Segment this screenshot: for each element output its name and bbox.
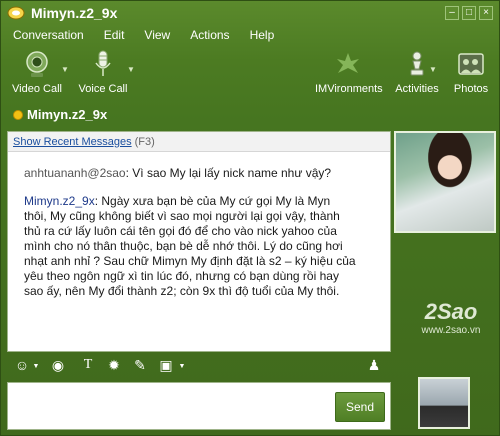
menu-help[interactable]: Help (250, 25, 275, 45)
menu-edit[interactable]: Edit (104, 25, 125, 45)
activities-label: Activities (395, 83, 439, 95)
message-input[interactable] (7, 382, 391, 430)
minimize-icon[interactable]: – (445, 6, 459, 20)
message-sender: anhtuananh@2sao (24, 166, 126, 180)
audible-icon[interactable]: ◉ (47, 357, 69, 377)
message-line: yêu theo ngôn ngữ xì tin lúc đó, nhưng c… (24, 269, 339, 283)
photos-label: Photos (453, 83, 489, 95)
photo-frame-icon (458, 53, 484, 75)
hide-avatar-icon[interactable]: ♟ (363, 357, 385, 377)
message-history[interactable]: Show Recent Messages (F3) anhtuananh@2sao… (7, 131, 391, 352)
menu-actions[interactable]: Actions (190, 25, 229, 45)
yahoo-messenger-icon (7, 6, 25, 20)
menu-view[interactable]: View (144, 25, 170, 45)
voice-call-dropdown-icon[interactable]: ▼ (127, 65, 135, 74)
message-line: mình cho nó thân thuộc, bạn bè dễ nhớ th… (24, 239, 343, 253)
menu-conversation[interactable]: Conversation (13, 25, 84, 45)
message-text: : Ngày xưa bạn bè của My cứ gọi My là My… (94, 194, 331, 208)
voice-call-button[interactable]: Voice Call (73, 47, 133, 101)
message-text: Vì sao My lại lấy nick name như vậy? (132, 166, 332, 180)
video-call-label: Video Call (12, 83, 62, 95)
attachment-icon[interactable]: ✎ (129, 357, 151, 377)
recent-messages-bar: Show Recent Messages (F3) (8, 132, 390, 152)
my-avatar[interactable] (418, 377, 470, 429)
close-icon[interactable]: × (479, 6, 493, 20)
status-idle-icon (13, 110, 23, 120)
imvironments-button[interactable]: IMVironments (315, 47, 383, 101)
insert-dropdown-icon[interactable]: ▼ (177, 363, 187, 383)
title-bar: Mimyn.z2_9x – □ × (1, 1, 499, 25)
chat-window: Mimyn.z2_9x – □ × Conversation Edit View… (0, 0, 500, 436)
message-line: nhạt anh nhỉ ? Sau chữ Mimyn My định đặt… (24, 254, 356, 268)
watermark: 2Sao www.2sao.vn (406, 299, 496, 345)
format-toolbar: ☺ ▼ ◉ T ✹ ✎ ▣ ▼ ♟ (7, 355, 391, 379)
imvironments-label: IMVironments (315, 83, 383, 95)
video-call-dropdown-icon[interactable]: ▼ (61, 65, 69, 74)
chess-pawn-icon (410, 51, 424, 76)
message-line: Mimyn.z2_9x: Ngày xưa bạn bè của My cứ g… (24, 194, 376, 209)
emoticon-icon[interactable]: ☺ (11, 357, 33, 377)
photos-button[interactable]: Photos (441, 47, 500, 101)
contact-avatar[interactable] (394, 131, 496, 233)
show-recent-messages-link[interactable]: Show Recent Messages (13, 136, 132, 148)
video-call-button[interactable]: Video Call (7, 47, 67, 101)
leaf-icon (337, 53, 359, 73)
menu-bar: Conversation Edit View Actions Help (1, 25, 499, 45)
microphone-icon (95, 50, 111, 76)
toolbar: Video Call ▼ Voice Call ▼ IMVironments A… (1, 47, 499, 101)
voice-call-label: Voice Call (78, 83, 128, 95)
emoticon-dropdown-icon[interactable]: ▼ (31, 363, 41, 383)
message-item: anhtuananh@2sao: Vì sao My lại lấy nick … (24, 166, 331, 181)
insert-image-icon[interactable]: ▣ (155, 357, 177, 377)
text-format-icon[interactable]: T (77, 357, 99, 377)
shortcut-hint: (F3) (134, 136, 155, 148)
message-line: thôi, My cũng không biết vì sao mọi ngườ… (24, 209, 340, 223)
activities-button[interactable]: Activities (387, 47, 447, 101)
buzz-icon[interactable]: ✹ (103, 357, 125, 377)
maximize-icon[interactable]: □ (462, 6, 476, 20)
window-title: Mimyn.z2_9x (31, 5, 118, 21)
contact-bar: Mimyn.z2_9x (1, 104, 499, 126)
message-item: Mimyn.z2_9x: Ngày xưa bạn bè của My cứ g… (24, 194, 376, 299)
webcam-icon (26, 51, 48, 77)
send-button[interactable]: Send (335, 392, 385, 422)
message-line: thủ ra cứ lấy luôn cái tên gọi đó để cho… (24, 224, 337, 238)
watermark-url: www.2sao.vn (421, 325, 481, 336)
message-line: sao ấy, nên My đổi thành z2; còn 9x thì … (24, 284, 340, 298)
contact-name[interactable]: Mimyn.z2_9x (27, 107, 107, 122)
activities-dropdown-icon[interactable]: ▼ (429, 65, 437, 74)
message-sender: Mimyn.z2_9x (24, 194, 95, 208)
watermark-logo: 2Sao (424, 299, 478, 324)
